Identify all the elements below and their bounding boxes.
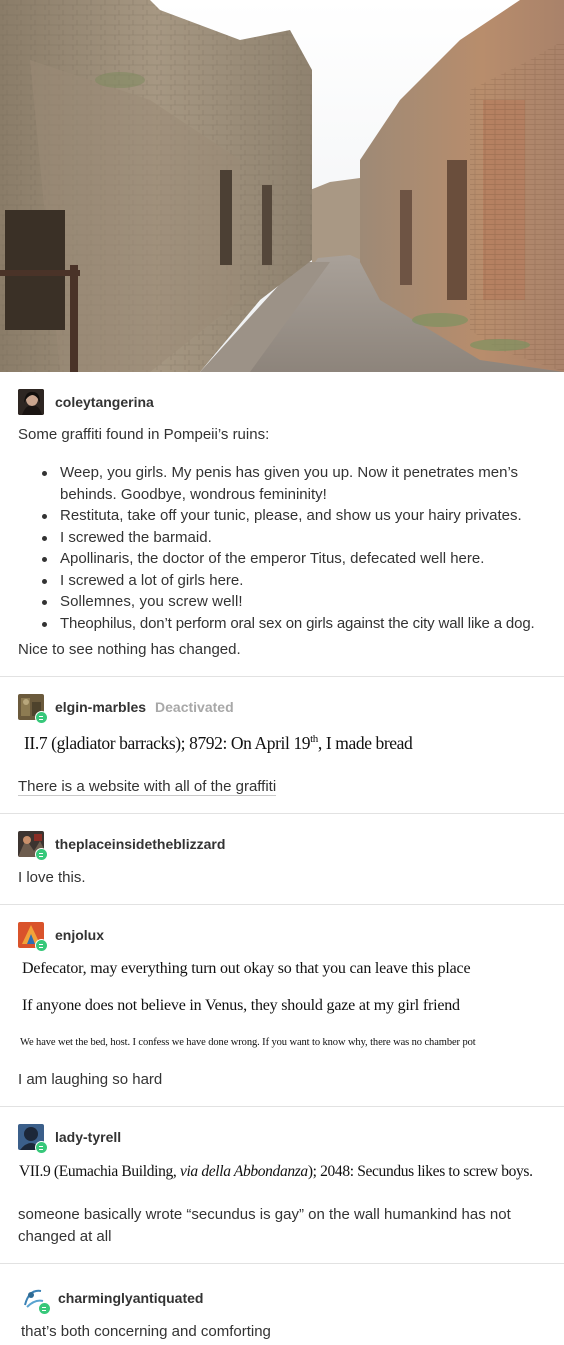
quote-text: VII.9 (Eumachia Building, [19,1163,180,1180]
post-header: elgin-marbles Deactivated [18,693,234,724]
quote-text: II.7 (gladiator barracks); 8792: On Apri… [24,733,311,753]
username[interactable]: charminglyantiquated [58,1290,203,1306]
quote-text-end: ); 2048: Secundus likes to screw boys. [307,1163,533,1180]
post-header: lady-tyrell [18,1123,121,1154]
follow-badge-icon [38,1302,51,1315]
follow-badge-icon [35,939,48,952]
list-item: Theophilus, don’t perform oral sex on gi… [38,613,550,635]
post-coleytangerina: coleytangerina Some graffiti found in Po… [0,372,564,677]
quote-superscript: th [310,733,318,746]
graffiti-quote-3: We have wet the bed, host. I confess we … [20,1037,476,1048]
list-item: Restituta, take off your tunic, please, … [38,505,550,527]
post-text: that’s both concerning and comforting [21,1323,271,1340]
post-enjolux: enjolux Defecator, may everything turn o… [0,905,564,1107]
hero-photo-pompeii-street [0,0,564,372]
list-item: I screwed the barmaid. [38,527,550,549]
website-link[interactable]: There is a website with all of the graff… [18,778,277,796]
follow-badge-icon [35,1141,48,1154]
username[interactable]: enjolux [55,927,104,943]
graffiti-list: Weep, you girls. My penis has given you … [38,462,550,634]
post-elgin-marbles: elgin-marbles Deactivated II.7 (gladiato… [0,677,564,814]
avatar[interactable] [18,389,44,415]
deactivated-label: Deactivated [155,699,234,715]
list-item: Apollinaris, the doctor of the emperor T… [38,548,550,570]
avatar[interactable] [21,1285,51,1315]
quote-italic: via della Abbondanza [179,1163,308,1180]
avatar[interactable] [18,694,48,724]
post-text: There is a website with all of the graff… [18,776,277,798]
post-header: coleytangerina [18,388,154,416]
username[interactable]: lady-tyrell [55,1129,121,1145]
avatar[interactable] [18,1124,48,1154]
post-text: I am laughing so hard [18,1071,163,1088]
follow-badge-icon [35,711,48,724]
username[interactable]: theplaceinsidetheblizzard [55,836,225,852]
username[interactable]: coleytangerina [55,394,154,410]
post-header: theplaceinsidetheblizzard [18,830,225,861]
list-item: Sollemnes, you screw well! [38,591,550,613]
post-text: someone basically wrote “secundus is gay… [18,1206,511,1245]
quote-text-end: , I made bread [317,733,413,753]
post-lady-tyrell: lady-tyrell VII.9 (Eumachia Building, vi… [0,1107,564,1264]
graffiti-quote-image: VII.9 (Eumachia Building, via della Abbo… [19,1163,533,1181]
avatar[interactable] [18,831,48,861]
post-text: I love this. [18,869,86,886]
post-theplaceinsidetheblizzard: theplaceinsidetheblizzard I love this. [0,814,564,905]
post-header: enjolux [18,921,104,952]
avatar[interactable] [18,922,48,952]
graffiti-quote-1: Defecator, may everything turn out okay … [22,960,471,977]
graffiti-quote-image: II.7 (gladiator barracks); 8792: On Apri… [24,733,413,754]
post-text-outro: Nice to see nothing has changed. [18,641,241,658]
post-header: charminglyantiquated [21,1284,203,1315]
follow-badge-icon [35,848,48,861]
list-item: I screwed a lot of girls here. [38,570,550,592]
graffiti-quote-2: If anyone does not believe in Venus, the… [22,997,460,1014]
post-text-intro: Some graffiti found in Pompeii’s ruins: [18,426,270,443]
post-charminglyantiquated: charminglyantiquated that’s both concern… [0,1264,564,1345]
username[interactable]: elgin-marbles [55,699,146,715]
list-item: Weep, you girls. My penis has given you … [38,462,550,505]
